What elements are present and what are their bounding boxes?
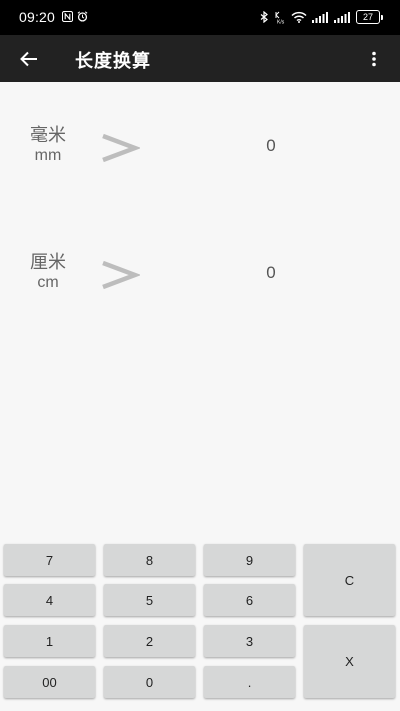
chevron-right-icon <box>102 260 140 290</box>
status-right-icons: K/s 27 <box>260 10 383 24</box>
back-button[interactable] <box>14 44 44 74</box>
alarm-icon <box>77 11 88 22</box>
unit-label: 毫米 mm <box>18 126 78 166</box>
key-8[interactable]: 8 <box>104 544 195 576</box>
bluetooth-icon <box>260 11 268 23</box>
key-5[interactable]: 5 <box>104 584 195 616</box>
key-1[interactable]: 1 <box>4 625 95 657</box>
status-bar: 09:20 K/s 27 <box>0 0 400 35</box>
unit-name: 厘米 <box>30 252 66 273</box>
battery-indicator: 27 <box>356 10 383 24</box>
unit-name: 毫米 <box>30 125 66 146</box>
conversion-value: 0 <box>266 136 276 155</box>
nfc-icon <box>62 11 73 22</box>
signal-icon-2 <box>334 11 350 23</box>
keypad: 7 8 9 C 4 5 6 1 2 3 X 00 0 . <box>0 540 400 711</box>
more-vertical-icon <box>372 51 376 67</box>
signal-icon <box>312 11 328 23</box>
arrow-left-icon <box>20 51 37 67</box>
key-00[interactable]: 00 <box>4 666 95 698</box>
svg-text:K/s: K/s <box>277 19 285 24</box>
conversion-value: 0 <box>266 263 276 282</box>
status-time: 09:20 <box>19 9 56 25</box>
key-3[interactable]: 3 <box>204 625 295 657</box>
conversion-row-cm[interactable]: 厘米 cm 0 <box>0 253 400 333</box>
key-6[interactable]: 6 <box>204 584 295 616</box>
clear-button[interactable]: C <box>304 544 395 616</box>
delete-button[interactable]: X <box>304 625 395 698</box>
unit-abbr: mm <box>34 147 62 164</box>
data-speed-icon: K/s <box>275 11 285 24</box>
unit-abbr: cm <box>37 274 59 291</box>
key-4[interactable]: 4 <box>4 584 95 616</box>
status-left-icons <box>62 11 88 22</box>
more-menu-button[interactable] <box>360 44 388 74</box>
key-2[interactable]: 2 <box>104 625 195 657</box>
chevron-right-icon <box>102 133 140 163</box>
conversion-row-mm[interactable]: 毫米 mm 0 <box>0 126 400 206</box>
key-9[interactable]: 9 <box>204 544 295 576</box>
key-dot[interactable]: . <box>204 666 295 698</box>
key-7[interactable]: 7 <box>4 544 95 576</box>
app-bar: 长度换算 <box>0 35 400 82</box>
unit-label: 厘米 cm <box>18 253 78 293</box>
page-title: 长度换算 <box>75 51 151 72</box>
key-0[interactable]: 0 <box>104 666 195 698</box>
wifi-icon <box>291 11 307 23</box>
